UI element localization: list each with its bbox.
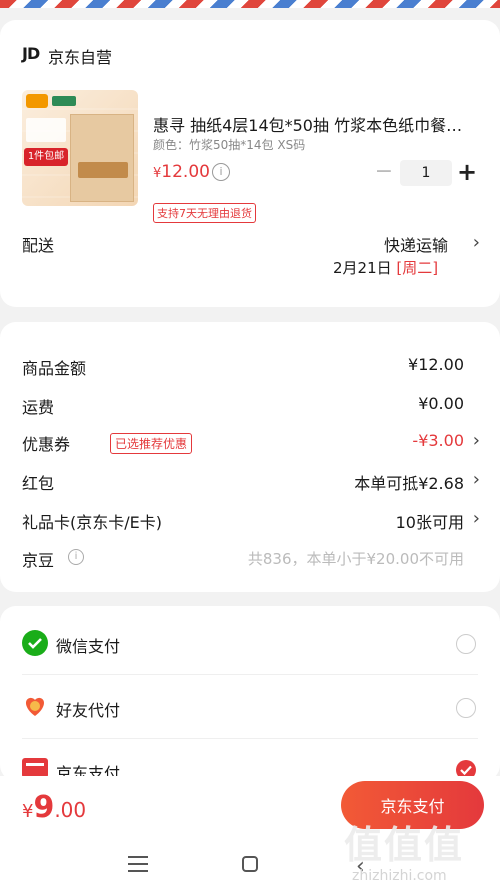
order-card: JD 京东自营 1件包邮 惠寻 抽纸4层14包*50抽 竹浆本色纸巾餐巾纸 颜色… [0,20,500,307]
coupon-label: 优惠券 [22,435,71,454]
coupon-value[interactable]: -¥3.00 [412,431,464,450]
payment-option-wechat[interactable]: 微信支付 [0,610,500,674]
product-thumbnail[interactable]: 1件包邮 [22,90,138,206]
chevron-right-icon[interactable]: › [473,469,480,490]
quantity-plus-button[interactable]: + [456,158,478,186]
delivery-date-text: 2月21日 [333,259,392,277]
payment-option-jdpay[interactable]: 京东支付 [0,738,500,781]
jingdou-value: 共836，本单小于¥20.00不可用 [247,550,464,568]
wechat-pay-radio[interactable] [456,634,476,654]
giftcard-value[interactable]: 10张可用 [396,509,464,533]
home-icon[interactable] [242,856,258,872]
delivery-method[interactable]: 快递运输 [384,232,448,256]
jd-pay-icon [22,758,48,778]
cost-card: 商品金额 ¥12.00 运费 ¥0.00 优惠券 已选推荐优惠 -¥3.00 ›… [0,322,500,592]
chevron-right-icon[interactable]: › [473,508,480,529]
redpack-value[interactable]: 本单可抵¥2.68 [354,470,464,494]
total-int: 9 [33,790,55,825]
wechat-pay-label: 微信支付 [56,637,121,656]
shipping-label: 运费 [22,398,55,417]
friend-pay-label: 好友代付 [56,701,121,720]
goods-amount-label: 商品金额 [22,359,87,378]
info-icon[interactable]: i [212,163,230,181]
shipping-value: ¥0.00 [418,394,464,413]
friend-pay-radio[interactable] [456,698,476,718]
chevron-right-icon[interactable]: › [473,430,480,451]
thumb-badge: 1件包邮 [24,148,68,166]
product-price: ¥12.00 [153,162,210,182]
giftcard-label: 礼品卡(京东卡/E卡) [22,513,162,532]
payment-card: 微信支付 好友代付 京东支付 [0,606,500,781]
wechat-pay-icon [22,630,48,656]
total-dec: .00 [54,798,87,822]
quantity-minus-button[interactable]: − [374,160,394,186]
payment-option-friend[interactable]: 好友代付 [0,674,500,738]
return-policy-tag: 支持7天无理由退货 [153,203,256,223]
menu-icon[interactable] [128,856,148,872]
jingdou-label: 京豆 [22,551,55,570]
product-spec: 颜色：竹浆50抽*14包 XS码 [153,138,306,152]
total-price: ¥9.00 [22,790,86,825]
quantity-field[interactable]: 1 [400,160,452,186]
goods-amount-value: ¥12.00 [408,355,464,374]
delivery-weekday: [周二] [396,259,439,277]
total-symbol: ¥ [22,801,34,822]
delivery-label: 配送 [22,236,55,255]
friend-pay-icon [22,693,48,719]
redpack-label: 红包 [22,474,55,493]
price-value: 12.00 [161,162,210,182]
product-title[interactable]: 惠寻 抽纸4层14包*50抽 竹浆本色纸巾餐巾纸 [153,112,473,136]
coupon-tag: 已选推荐优惠 [110,433,193,454]
delivery-date[interactable]: 2月21日 [周二] [333,257,438,278]
shop-name[interactable]: 京东自营 [48,44,112,68]
watermark-url: zhizhizhi.com [352,868,447,884]
jd-logo: JD [22,44,40,63]
chevron-right-icon[interactable]: › [473,232,480,253]
info-icon[interactable]: i [68,549,84,565]
watermark-logo: 值值值 [344,823,465,867]
